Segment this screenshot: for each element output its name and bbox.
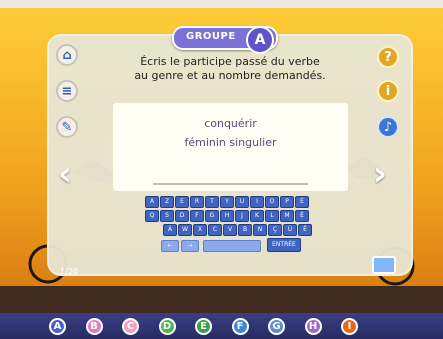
keyboard-key[interactable]: E [175, 196, 189, 208]
group-button[interactable]: H [304, 318, 322, 335]
instruction-line-1: Écris le participe passé du verbe [140, 55, 320, 68]
keyboard-key[interactable]: X [193, 224, 207, 236]
keyboard-key[interactable]: H [220, 210, 234, 222]
keyboard-toggle-icon[interactable] [372, 256, 396, 274]
help-icon[interactable]: ? [377, 46, 399, 68]
previous-arrow-icon[interactable]: ‹ [58, 157, 78, 191]
edit-icon[interactable]: ✎ [56, 116, 78, 138]
keyboard-key[interactable]: V [223, 224, 237, 236]
group-badge: GROUPE A [172, 26, 278, 54]
next-arrow-icon[interactable]: › [373, 157, 393, 191]
keyboard-key[interactable]: Ç [268, 224, 282, 236]
keyboard-key[interactable]: F [190, 210, 204, 222]
keyboard-key[interactable]: Y [220, 196, 234, 208]
keyboard-key[interactable]: M [280, 210, 294, 222]
answer-line [153, 183, 308, 185]
info-icon[interactable]: i [377, 80, 399, 102]
enter-key[interactable]: ENTRÉE [267, 238, 301, 252]
home-icon[interactable]: ⌂ [56, 44, 78, 66]
keyboard-key[interactable]: A [145, 196, 159, 208]
form-label: féminin singulier [184, 136, 277, 149]
group-button[interactable]: A [49, 318, 66, 335]
keyboard-key[interactable]: D [175, 210, 189, 222]
print-icon[interactable]: ≡ [56, 80, 78, 102]
group-navigation-bar [0, 313, 443, 339]
group-button[interactable]: F [231, 318, 249, 335]
keyboard-key[interactable]: → [181, 240, 199, 252]
group-letter: A [246, 26, 274, 54]
keyboard-key[interactable]: È [295, 210, 309, 222]
keyboard-key[interactable]: À [163, 224, 177, 236]
keyboard-key[interactable]: L [265, 210, 279, 222]
game-screen: GROUPE A Écris le participe passé du ver… [0, 0, 443, 339]
group-button[interactable]: B [85, 318, 103, 335]
keyboard-key[interactable]: B [238, 224, 252, 236]
keyboard-key[interactable]: G [205, 210, 219, 222]
keyboard-key[interactable]: P [280, 196, 294, 208]
group-button[interactable]: E [195, 318, 212, 335]
keyboard-key[interactable]: Ù [283, 224, 297, 236]
virtual-keyboard: AZERTYUIOPÉ QSDFGHJKLMÈ ÀWXCVBNÇÙÊ ← → ENT… [143, 190, 315, 262]
question-counter: 1/20 [60, 267, 78, 276]
keyboard-key[interactable]: S [160, 210, 174, 222]
group-button[interactable]: I [341, 318, 358, 335]
keyboard-key[interactable]: I [250, 196, 264, 208]
space-key[interactable] [203, 240, 261, 252]
group-button[interactable]: D [158, 318, 176, 335]
keyboard-key[interactable]: C [208, 224, 222, 236]
keyboard-key[interactable]: Q [145, 210, 159, 222]
keyboard-key[interactable]: K [250, 210, 264, 222]
keyboard-key[interactable]: Z [160, 196, 174, 208]
answer-box[interactable]: conquérir féminin singulier [113, 103, 348, 191]
sound-icon[interactable]: ♪ [377, 116, 399, 138]
instruction-line-2: au genre et au nombre demandés. [134, 69, 326, 82]
group-label: GROUPE [186, 31, 236, 42]
keyboard-key[interactable]: T [205, 196, 219, 208]
keyboard-key[interactable]: É [295, 196, 309, 208]
keyboard-key[interactable]: ← [161, 240, 179, 252]
keyboard-key[interactable]: R [190, 196, 204, 208]
keyboard-key[interactable]: Ê [298, 224, 312, 236]
keyboard-key[interactable]: W [178, 224, 192, 236]
keyboard-key[interactable]: J [235, 210, 249, 222]
group-button[interactable]: G [268, 318, 285, 335]
keyboard-key[interactable]: O [265, 196, 279, 208]
verb-label: conquérir [204, 117, 257, 130]
instruction-text: Écris le participe passé du verbe au gen… [80, 55, 380, 83]
keyboard-key[interactable]: N [253, 224, 267, 236]
keyboard-key[interactable]: U [235, 196, 249, 208]
group-button[interactable]: C [122, 318, 139, 335]
